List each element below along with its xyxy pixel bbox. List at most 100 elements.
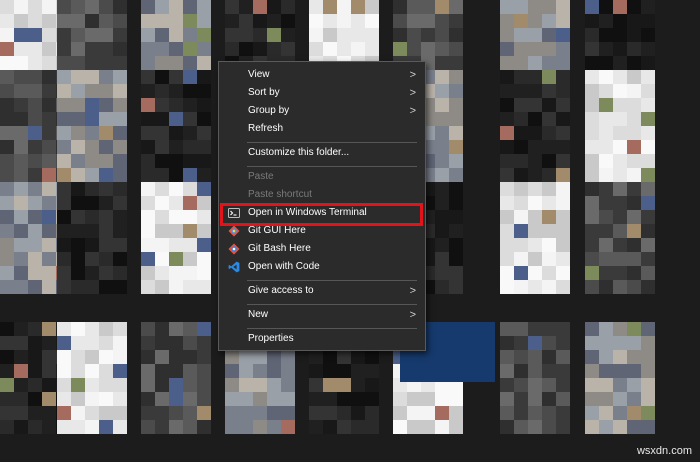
background-pixel — [641, 182, 655, 196]
menu-separator — [247, 166, 417, 167]
menu-separator — [247, 304, 417, 305]
background-pixel — [599, 322, 613, 336]
background-pixel — [71, 224, 85, 238]
background-pixel — [641, 392, 655, 406]
background-pixel — [449, 182, 463, 196]
menu-item-group-by[interactable]: Group by > — [220, 102, 424, 120]
menu-item-give-access-to[interactable]: Give access to > — [220, 282, 424, 300]
background-pixel — [309, 378, 323, 392]
menu-item-refresh[interactable]: Refresh — [220, 120, 424, 138]
menu-item-open-with-code[interactable]: Open with Code — [220, 258, 424, 276]
background-pixel — [197, 420, 211, 434]
background-pixel — [14, 98, 28, 112]
background-pixel — [556, 224, 570, 238]
background-pixel — [613, 224, 627, 238]
background-pixel — [449, 0, 463, 14]
background-pixel — [14, 112, 28, 126]
background-pixel — [500, 392, 514, 406]
background-pixel — [267, 420, 281, 434]
highlight-box — [220, 203, 423, 226]
background-pixel — [113, 70, 127, 84]
background-pixel — [57, 364, 71, 378]
background-pixel — [528, 336, 542, 350]
background-pixel — [435, 42, 449, 56]
background-pixel — [57, 70, 71, 84]
background-pixel — [393, 14, 407, 28]
background-pixel — [556, 210, 570, 224]
background-pixel — [641, 420, 655, 434]
background-pixel — [528, 14, 542, 28]
background-pixel — [155, 322, 169, 336]
background-pixel — [528, 266, 542, 280]
background-pixel — [14, 406, 28, 420]
background-pixel — [500, 0, 514, 14]
background-pixel — [627, 42, 641, 56]
background-pixel — [71, 252, 85, 266]
background-pixel — [57, 42, 71, 56]
background-pixel — [556, 126, 570, 140]
background-pixel — [0, 154, 14, 168]
background-pixel — [514, 350, 528, 364]
background-pixel — [514, 168, 528, 182]
background-pixel — [85, 56, 99, 70]
background-pixel — [323, 350, 337, 364]
background-pixel — [514, 252, 528, 266]
background-pixel — [514, 196, 528, 210]
background-pixel — [323, 378, 337, 392]
background-pixel — [155, 182, 169, 196]
menu-item-new[interactable]: New > — [220, 306, 424, 324]
menu-item-view[interactable]: View > — [220, 66, 424, 84]
background-pixel — [99, 252, 113, 266]
background-pixel — [641, 196, 655, 210]
background-pixel — [0, 112, 14, 126]
background-pixel — [337, 350, 351, 364]
background-pixel — [169, 406, 183, 420]
background-pixel — [57, 182, 71, 196]
background-pixel — [613, 112, 627, 126]
background-pixel — [183, 28, 197, 42]
background-pixel — [0, 378, 14, 392]
menu-item-customize-folder[interactable]: Customize this folder... — [220, 144, 424, 162]
background-pixel — [556, 420, 570, 434]
background-pixel — [627, 84, 641, 98]
background-pixel — [435, 168, 449, 182]
menu-item-sort-by[interactable]: Sort by > — [220, 84, 424, 102]
background-pixel — [85, 392, 99, 406]
menu-item-properties[interactable]: Properties — [220, 330, 424, 348]
background-pixel — [57, 224, 71, 238]
menu-item-git-bash-here[interactable]: Git Bash Here — [220, 240, 424, 258]
background-pixel — [514, 322, 528, 336]
background-pixel — [542, 182, 556, 196]
background-pixel — [85, 266, 99, 280]
background-pixel — [28, 266, 42, 280]
background-pixel — [99, 84, 113, 98]
background-pixel — [14, 84, 28, 98]
background-pixel — [556, 322, 570, 336]
background-pixel — [337, 392, 351, 406]
background-pixel — [599, 238, 613, 252]
background-pixel — [613, 154, 627, 168]
background-pixel — [613, 196, 627, 210]
background-pixel — [514, 406, 528, 420]
background-pixel — [514, 28, 528, 42]
background-pixel — [514, 392, 528, 406]
background-pixel — [14, 378, 28, 392]
background-pixel — [641, 140, 655, 154]
background-pixel — [627, 28, 641, 42]
background-pixel — [28, 28, 42, 42]
background-pixel — [239, 0, 253, 14]
background-pixel — [71, 14, 85, 28]
background-pixel — [0, 70, 14, 84]
chevron-right-icon: > — [409, 69, 416, 81]
background-pixel — [627, 266, 641, 280]
background-pixel — [500, 280, 514, 294]
background-pixel — [435, 252, 449, 266]
background-pixel — [169, 238, 183, 252]
background-pixel — [57, 420, 71, 434]
background-pixel — [155, 336, 169, 350]
background-pixel — [528, 350, 542, 364]
background-pixel — [0, 350, 14, 364]
background-pixel — [556, 168, 570, 182]
menu-separator — [247, 142, 417, 143]
background-pixel — [14, 266, 28, 280]
